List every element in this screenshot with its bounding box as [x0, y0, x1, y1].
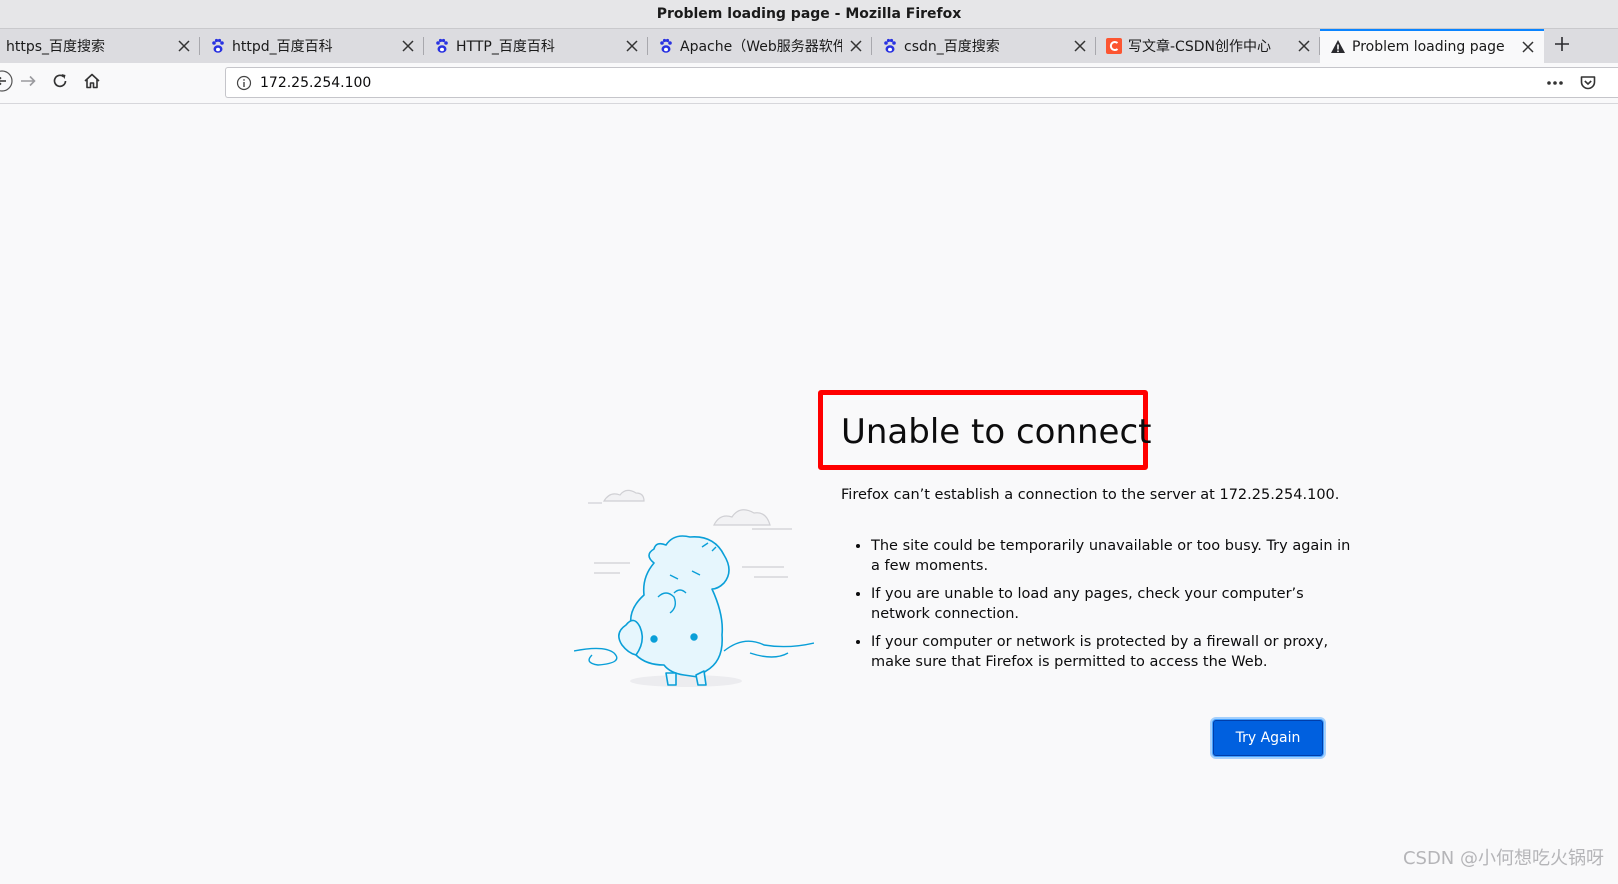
tab-problem-loading[interactable]: Problem loading page: [1320, 29, 1544, 63]
address-bar[interactable]: 172.25.254.100: [225, 67, 1618, 98]
list-item: If your computer or network is protected…: [871, 632, 1351, 672]
close-icon[interactable]: [1520, 39, 1536, 55]
forward-arrow-icon: [19, 72, 37, 94]
home-icon: [83, 72, 101, 94]
forward-button[interactable]: [16, 71, 40, 95]
new-tab-button[interactable]: [1544, 29, 1580, 63]
tab-https-search[interactable]: https_百度搜索: [0, 29, 200, 63]
baidu-paw-icon: [882, 38, 898, 54]
home-button[interactable]: [80, 71, 104, 95]
baidu-paw-icon: [434, 38, 450, 54]
window-title-bar: Problem loading page - Mozilla Firefox: [0, 0, 1618, 29]
close-icon[interactable]: [1296, 38, 1312, 54]
error-title: Unable to connect: [841, 412, 1152, 452]
tab-label: https_百度搜索: [6, 39, 106, 55]
close-icon[interactable]: [400, 38, 416, 54]
url-text[interactable]: 172.25.254.100: [260, 75, 371, 91]
back-button[interactable]: [0, 70, 14, 96]
tab-label: csdn_百度搜索: [904, 39, 1000, 55]
csdn-c-icon: [1106, 38, 1122, 54]
close-icon[interactable]: [176, 38, 192, 54]
tab-httpd-baike[interactable]: httpd_百度百科: [200, 29, 424, 63]
try-again-button[interactable]: Try Again: [1213, 720, 1323, 756]
reload-icon: [51, 72, 69, 94]
tab-strip: https_百度搜索 httpd_百度百科 HTTP_百度百科 Apache（W…: [0, 29, 1618, 63]
tab-label: Apache（Web服务器软件: [680, 39, 842, 55]
reload-button[interactable]: [48, 71, 72, 95]
pocket-icon[interactable]: [1578, 73, 1598, 93]
window-title: Problem loading page - Mozilla Firefox: [656, 6, 962, 22]
info-icon[interactable]: [230, 69, 258, 97]
tab-apache-baike[interactable]: Apache（Web服务器软件: [648, 29, 872, 63]
close-icon[interactable]: [848, 38, 864, 54]
tab-csdn-search[interactable]: csdn_百度搜索: [872, 29, 1096, 63]
list-item: If you are unable to load any pages, che…: [871, 584, 1351, 624]
list-item: The site could be temporarily unavailabl…: [871, 536, 1351, 576]
baidu-paw-icon: [210, 38, 226, 54]
page-actions-icon[interactable]: [1544, 75, 1566, 91]
warning-icon: [1330, 39, 1346, 55]
back-arrow-icon: [0, 70, 13, 96]
watermark: CSDN @小何想吃火锅呀: [1402, 848, 1604, 869]
error-description: Firefox can’t establish a connection to …: [841, 487, 1340, 503]
close-icon[interactable]: [624, 38, 640, 54]
navigation-toolbar: 172.25.254.100: [0, 63, 1618, 104]
tab-label: 写文章-CSDN创作中心: [1128, 39, 1271, 55]
plus-icon: [1554, 36, 1570, 56]
baidu-paw-icon: [658, 38, 674, 54]
close-icon[interactable]: [1072, 38, 1088, 54]
tab-csdn-write[interactable]: 写文章-CSDN创作中心: [1096, 29, 1320, 63]
tab-label: Problem loading page: [1352, 39, 1505, 55]
error-suggestions-list: The site could be temporarily unavailabl…: [841, 536, 1351, 680]
tab-label: HTTP_百度百科: [456, 39, 555, 55]
error-illustration: [573, 485, 815, 695]
tab-http-baike[interactable]: HTTP_百度百科: [424, 29, 648, 63]
tab-label: httpd_百度百科: [232, 39, 333, 55]
